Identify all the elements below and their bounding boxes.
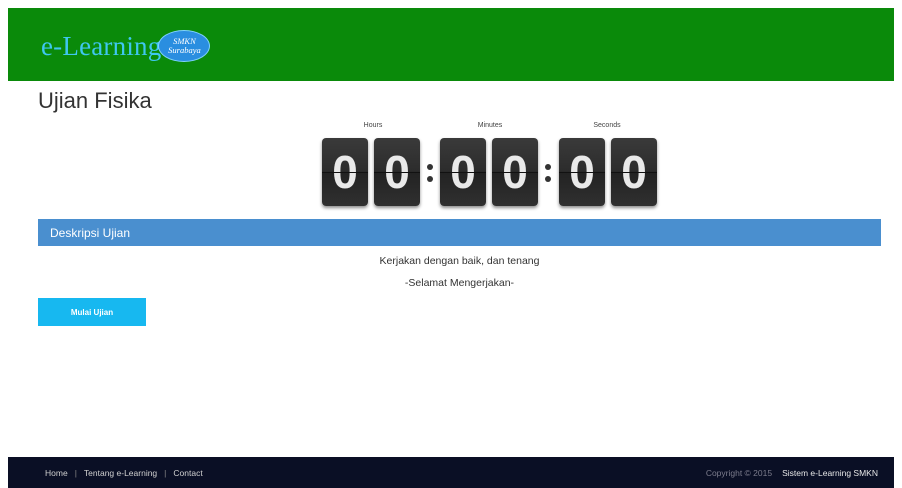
start-exam-button[interactable]: Mulai Ujian — [38, 298, 146, 326]
footer-separator: | — [74, 468, 77, 478]
description-heading: Deskripsi Ujian — [50, 225, 131, 240]
seconds-digit-2: 0 — [611, 138, 657, 206]
school-badge-icon: SMKN Surabaya — [158, 30, 211, 62]
minutes-label: Minutes — [477, 122, 503, 129]
site-footer: Home | Tentang e-Learning | Contact Copy… — [8, 457, 894, 488]
brand-text: e-Learning — [41, 30, 162, 61]
description-line-2: -Selamat Mengerjakan- — [404, 277, 515, 289]
footer-separator: | — [164, 468, 167, 478]
minutes-digit-2: 0 — [492, 138, 538, 206]
countdown-timer: Hours Minutes Seconds 0 0 0 0 0 0 — [322, 122, 657, 212]
footer-credits: Copyright © 2015 Sistem e-Learning SMKN — [706, 468, 878, 478]
minutes-digit-1: 0 — [440, 138, 486, 206]
footer-link-about[interactable]: Tentang e-Learning — [84, 468, 157, 478]
site-header: e-Learning SMKN Surabaya — [8, 8, 894, 81]
description-header: Deskripsi Ujian — [38, 219, 881, 246]
copyright-text: Copyright © 2015 — [705, 468, 773, 478]
page-title: Ujian Fisika — [38, 88, 152, 113]
footer-nav: Home | Tentang e-Learning | Contact — [45, 468, 203, 478]
footer-link-contact[interactable]: Contact — [173, 468, 202, 478]
description-line-1: Kerjakan dengan baik, dan tenang — [379, 255, 540, 267]
brand-logo[interactable]: e-Learning SMKN Surabaya — [41, 28, 211, 64]
colon-separator — [544, 162, 552, 186]
hours-digit-1: 0 — [322, 138, 368, 206]
hours-label: Hours — [363, 122, 383, 129]
seconds-label: Seconds — [593, 122, 621, 129]
footer-link-home[interactable]: Home — [45, 468, 68, 478]
system-name: Sistem e-Learning SMKN — [782, 468, 878, 478]
colon-separator — [426, 162, 434, 186]
badge-line-2: Surabaya — [168, 45, 201, 55]
hours-digit-2: 0 — [374, 138, 420, 206]
seconds-digit-1: 0 — [559, 138, 605, 206]
